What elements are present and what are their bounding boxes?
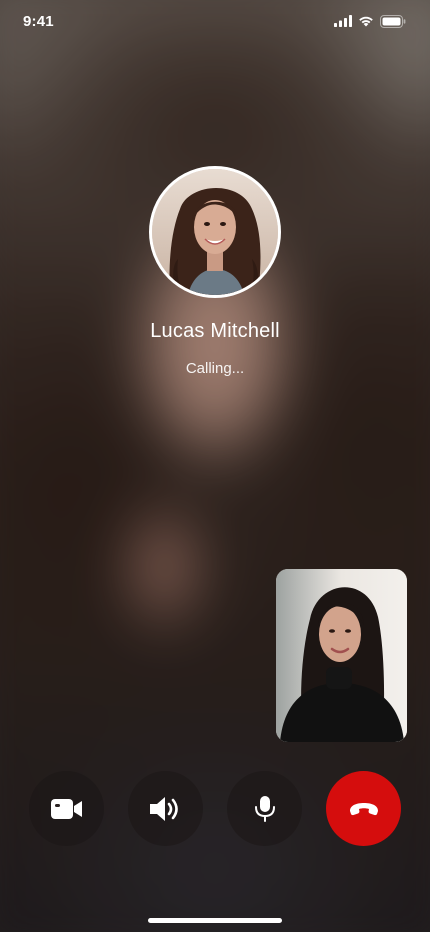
caller-name: Lucas Mitchell	[150, 320, 280, 342]
call-controls	[0, 771, 430, 847]
speaker-icon	[148, 796, 184, 822]
self-video-preview[interactable]	[276, 569, 407, 742]
call-status: Calling...	[185, 360, 245, 377]
speaker-button[interactable]	[128, 771, 203, 846]
call-screen: 9:41 Lucas Mitchell Calling...	[0, 0, 430, 932]
microphone-icon	[254, 795, 276, 823]
caller-avatar	[149, 166, 281, 298]
cellular-signal-icon	[334, 15, 352, 27]
battery-icon	[380, 14, 406, 28]
status-bar: 9:41	[0, 0, 430, 44]
mute-button[interactable]	[227, 771, 302, 846]
status-icons	[334, 14, 406, 28]
wifi-icon	[358, 15, 374, 27]
video-camera-icon	[50, 797, 84, 821]
home-indicator[interactable]	[148, 918, 282, 923]
video-toggle-button[interactable]	[29, 771, 104, 846]
end-call-button[interactable]	[326, 771, 401, 846]
status-time: 9:41	[23, 13, 54, 30]
hang-up-icon	[348, 801, 380, 817]
